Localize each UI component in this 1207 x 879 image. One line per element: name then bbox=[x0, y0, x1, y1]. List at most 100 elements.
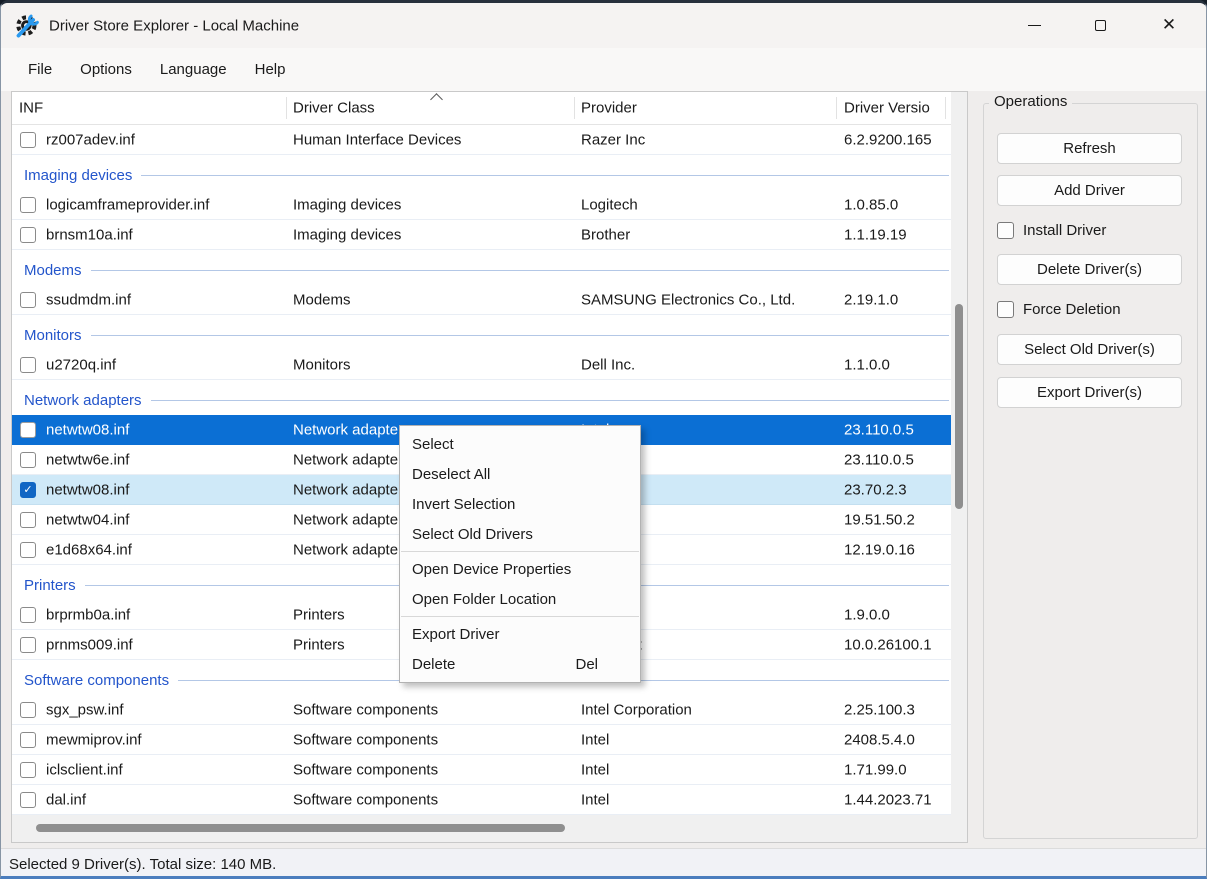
cell-driver-version: 23.70.2.3 bbox=[844, 481, 907, 498]
row-checkbox[interactable] bbox=[20, 791, 36, 808]
force-deletion-checkbox[interactable]: Force Deletion bbox=[997, 299, 1121, 320]
checkbox-icon[interactable] bbox=[997, 222, 1014, 239]
title-bar: Driver Store Explorer - Local Machine ✕ bbox=[1, 3, 1206, 48]
menu-language[interactable]: Language bbox=[146, 55, 241, 85]
group-divider-line bbox=[90, 335, 949, 336]
vertical-scrollbar-thumb[interactable] bbox=[955, 304, 963, 509]
vertical-scrollbar[interactable] bbox=[951, 92, 967, 815]
list-header: INF Driver Class Provider Driver Versio bbox=[12, 92, 951, 125]
row-checkbox[interactable] bbox=[20, 511, 36, 528]
driver-row-logicamframeprovider-inf[interactable]: logicamframeprovider.inf Imaging devices… bbox=[12, 190, 951, 220]
row-checkbox[interactable] bbox=[20, 636, 36, 653]
column-header-inf[interactable]: INF bbox=[19, 100, 43, 117]
context-menu-item-export-driver[interactable]: Export Driver bbox=[400, 619, 640, 649]
row-checkbox[interactable] bbox=[20, 421, 36, 438]
column-header-driver-class[interactable]: Driver Class bbox=[293, 100, 375, 117]
driver-row-brnsm10a-inf[interactable]: brnsm10a.inf Imaging devices Brother 1.1… bbox=[12, 220, 951, 250]
cell-driver-version: 19.51.50.2 bbox=[844, 511, 915, 528]
export-driver-s-button[interactable]: Export Driver(s) bbox=[997, 377, 1182, 408]
context-menu-item-select-old-drivers[interactable]: Select Old Drivers bbox=[400, 519, 640, 549]
driver-row-iclsclient-inf[interactable]: iclsclient.inf Software components Intel… bbox=[12, 755, 951, 785]
row-checkbox[interactable] bbox=[20, 196, 36, 213]
row-checkbox[interactable] bbox=[20, 761, 36, 778]
row-checkbox[interactable] bbox=[20, 701, 36, 718]
group-divider-line bbox=[150, 400, 949, 401]
column-header-provider[interactable]: Provider bbox=[581, 100, 637, 117]
cell-inf: brnsm10a.inf bbox=[46, 226, 133, 243]
cell-driver-class: Network adapters bbox=[293, 481, 411, 498]
row-checkbox[interactable] bbox=[20, 356, 36, 373]
column-separator bbox=[945, 97, 946, 119]
cell-driver-version: 1.1.19.19 bbox=[844, 226, 907, 243]
cell-inf: mewmiprov.inf bbox=[46, 731, 142, 748]
operations-panel-title: Operations bbox=[989, 93, 1073, 110]
menu-help[interactable]: Help bbox=[241, 55, 300, 85]
cell-provider: Dell Inc. bbox=[581, 356, 636, 373]
select-old-driver-s-button[interactable]: Select Old Driver(s) bbox=[997, 334, 1182, 365]
cell-driver-version: 12.19.0.16 bbox=[844, 541, 915, 558]
context-menu-separator bbox=[401, 616, 639, 617]
group-row-monitors[interactable]: Monitors bbox=[12, 315, 951, 350]
driver-row-sgx-psw-inf[interactable]: sgx_psw.inf Software components Intel Co… bbox=[12, 695, 951, 725]
sort-ascending-chevron-up-icon bbox=[430, 93, 443, 106]
menu-options[interactable]: Options bbox=[66, 55, 146, 85]
install-driver-checkbox[interactable]: Install Driver bbox=[997, 220, 1106, 241]
horizontal-scrollbar-thumb[interactable] bbox=[36, 824, 565, 832]
context-menu-item-open-folder-location[interactable]: Open Folder Location bbox=[400, 584, 640, 614]
context-menu-item-select[interactable]: Select bbox=[400, 429, 640, 459]
context-menu-item-open-device-properties[interactable]: Open Device Properties bbox=[400, 554, 640, 584]
close-button[interactable]: ✕ bbox=[1142, 3, 1196, 48]
cell-driver-class: Printers bbox=[293, 636, 345, 653]
context-menu-item-invert-selection[interactable]: Invert Selection bbox=[400, 489, 640, 519]
row-checkbox[interactable] bbox=[20, 541, 36, 558]
cell-inf: ssudmdm.inf bbox=[46, 291, 132, 308]
horizontal-scrollbar[interactable] bbox=[12, 815, 951, 842]
context-menu-item-deselect-all[interactable]: Deselect All bbox=[400, 459, 640, 489]
driver-row-dal-inf[interactable]: dal.inf Software components Intel 1.44.2… bbox=[12, 785, 951, 815]
row-checkbox[interactable] bbox=[20, 131, 36, 148]
menu-file[interactable]: File bbox=[14, 55, 66, 85]
row-checkbox[interactable] bbox=[20, 606, 36, 623]
cell-driver-version: 1.0.85.0 bbox=[844, 196, 899, 213]
cell-driver-version: 23.110.0.5 bbox=[844, 451, 914, 468]
column-header-driver-version[interactable]: Driver Versio bbox=[844, 100, 930, 117]
cell-driver-class: Software components bbox=[293, 701, 439, 718]
context-menu: Select Deselect All Invert Selection Sel… bbox=[399, 425, 641, 683]
row-checkbox[interactable] bbox=[20, 731, 36, 748]
checkbox-icon[interactable] bbox=[997, 301, 1014, 318]
context-menu-item-delete[interactable]: Delete Del bbox=[400, 649, 640, 679]
app-window: Driver Store Explorer - Local Machine ✕ … bbox=[0, 0, 1207, 879]
delete-driver-s-button[interactable]: Delete Driver(s) bbox=[997, 254, 1182, 285]
cell-inf: prnms009.inf bbox=[46, 636, 133, 653]
cell-inf: netwtw04.inf bbox=[46, 511, 130, 528]
add-driver-button[interactable]: Add Driver bbox=[997, 175, 1182, 206]
cell-provider: SAMSUNG Electronics Co., Ltd. bbox=[581, 291, 796, 308]
cell-inf: brprmb0a.inf bbox=[46, 606, 131, 623]
row-checkbox-checked[interactable]: ✓ bbox=[20, 481, 36, 498]
cell-inf: rz007adev.inf bbox=[46, 131, 135, 148]
cell-inf: e1d68x64.inf bbox=[46, 541, 132, 558]
cell-driver-class: Human Interface Devices bbox=[293, 131, 462, 148]
cell-inf: netwtw08.inf bbox=[46, 481, 130, 498]
group-row-imaging-devices[interactable]: Imaging devices bbox=[12, 155, 951, 190]
group-row-modems[interactable]: Modems bbox=[12, 250, 951, 285]
cell-driver-version: 2.25.100.3 bbox=[844, 701, 915, 718]
minimize-icon bbox=[1027, 24, 1041, 27]
group-label: Monitors bbox=[24, 327, 82, 344]
row-checkbox[interactable] bbox=[20, 226, 36, 243]
driver-row-ssudmdm-inf[interactable]: ssudmdm.inf Modems SAMSUNG Electronics C… bbox=[12, 285, 951, 315]
group-row-network-adapters[interactable]: Network adapters bbox=[12, 380, 951, 415]
driver-row-mewmiprov-inf[interactable]: mewmiprov.inf Software components Intel … bbox=[12, 725, 951, 755]
group-label: Imaging devices bbox=[24, 167, 133, 184]
cell-provider: Logitech bbox=[581, 196, 638, 213]
row-checkbox[interactable] bbox=[20, 451, 36, 468]
driver-row-rz007adev-inf[interactable]: rz007adev.inf Human Interface Devices Ra… bbox=[12, 125, 951, 155]
cell-driver-class: Network adapters bbox=[293, 451, 411, 468]
refresh-button[interactable]: Refresh bbox=[997, 133, 1182, 164]
minimize-button[interactable] bbox=[1007, 3, 1061, 48]
cell-inf: netwtw6e.inf bbox=[46, 451, 130, 468]
maximize-button[interactable] bbox=[1073, 3, 1127, 48]
cell-inf: netwtw08.inf bbox=[46, 421, 130, 438]
driver-row-u2720q-inf[interactable]: u2720q.inf Monitors Dell Inc. 1.1.0.0 bbox=[12, 350, 951, 380]
row-checkbox[interactable] bbox=[20, 291, 36, 308]
